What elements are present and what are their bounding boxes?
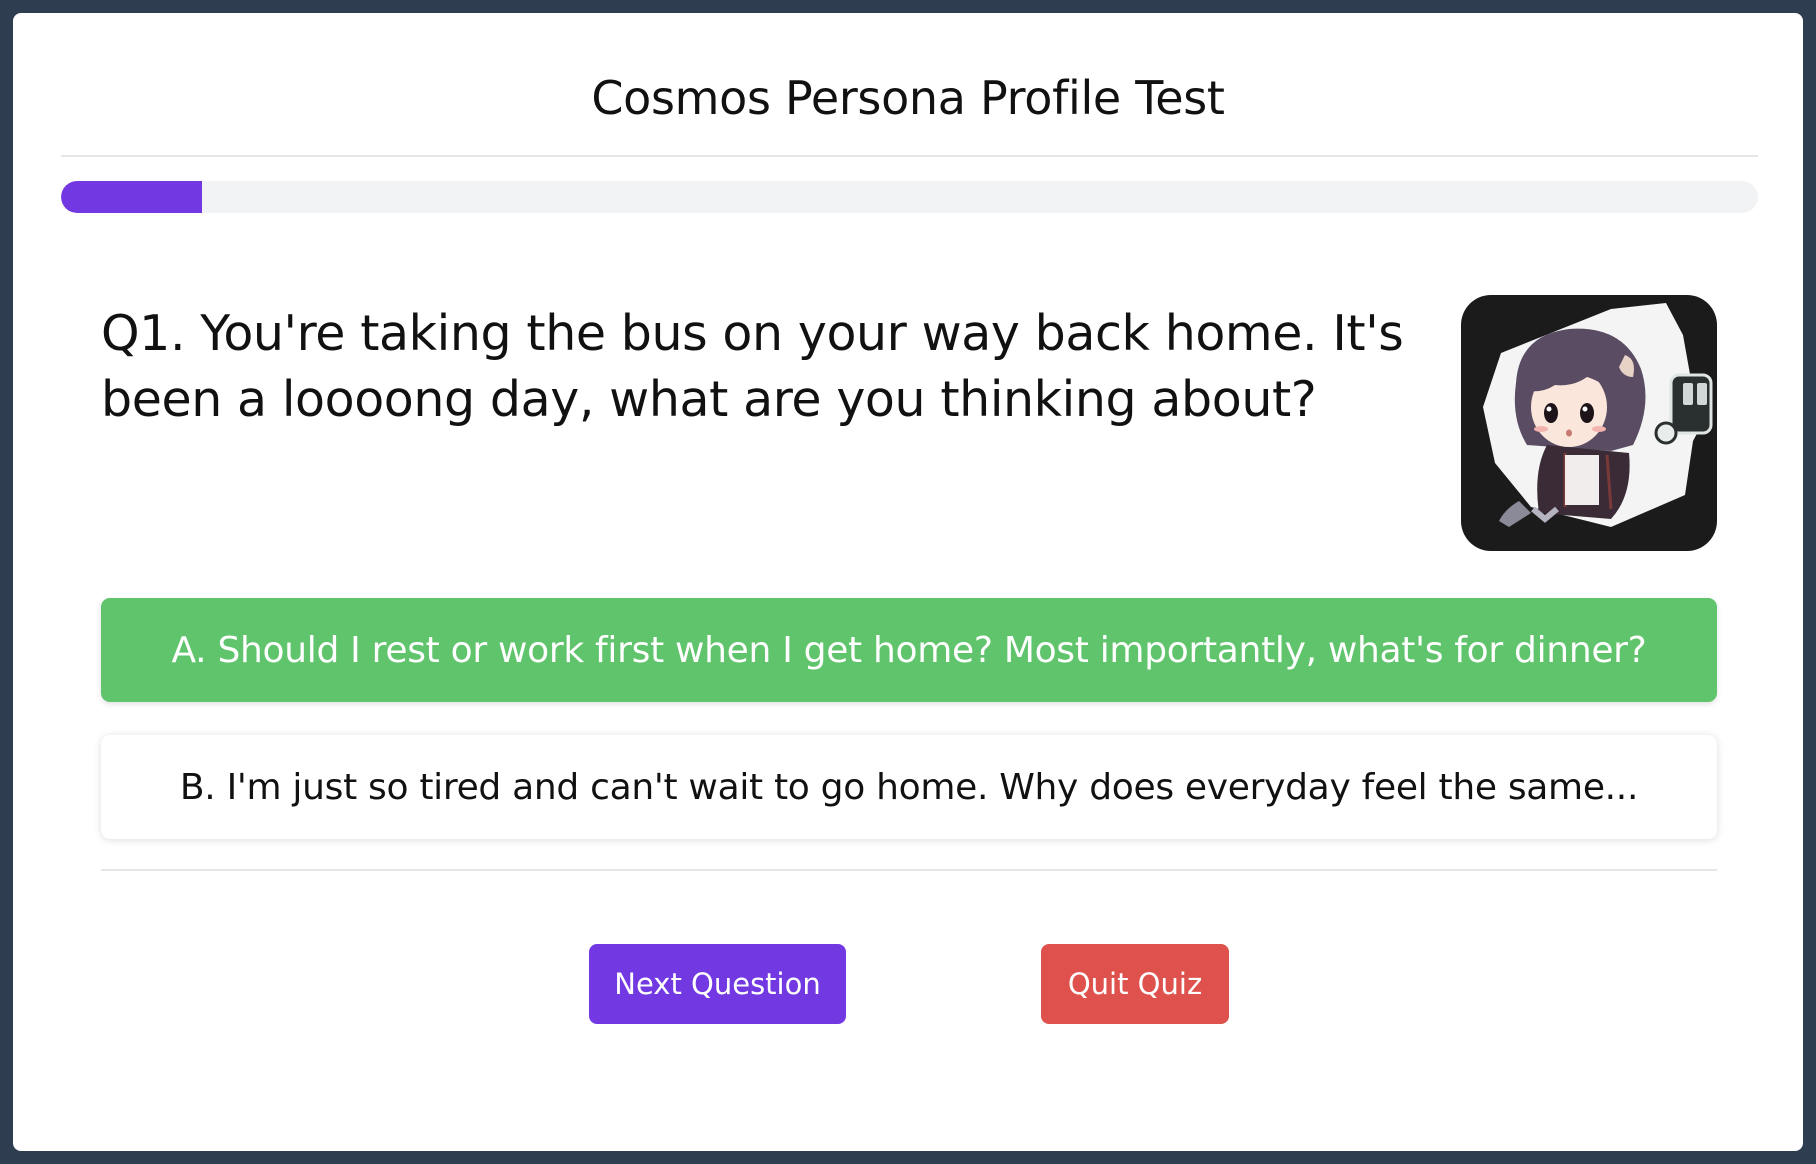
quiz-card: Cosmos Persona Profile Test Q1. You're t… [13, 13, 1803, 1151]
question-text: Q1. You're taking the bus on your way ba… [101, 305, 1404, 428]
progress-fill [61, 181, 202, 213]
anime-girl-on-bus-illustration [1461, 295, 1717, 551]
answer-option-b[interactable]: B. I'm just so tired and can't wait to g… [101, 735, 1717, 839]
header-divider [61, 155, 1758, 157]
footer-divider [101, 869, 1717, 871]
quit-quiz-button[interactable]: Quit Quiz [1041, 944, 1229, 1024]
page-title: Cosmos Persona Profile Test [591, 71, 1225, 125]
answer-option-a[interactable]: A. Should I rest or work first when I ge… [101, 598, 1717, 702]
next-question-button[interactable]: Next Question [589, 944, 846, 1024]
progress-bar [61, 181, 1758, 213]
